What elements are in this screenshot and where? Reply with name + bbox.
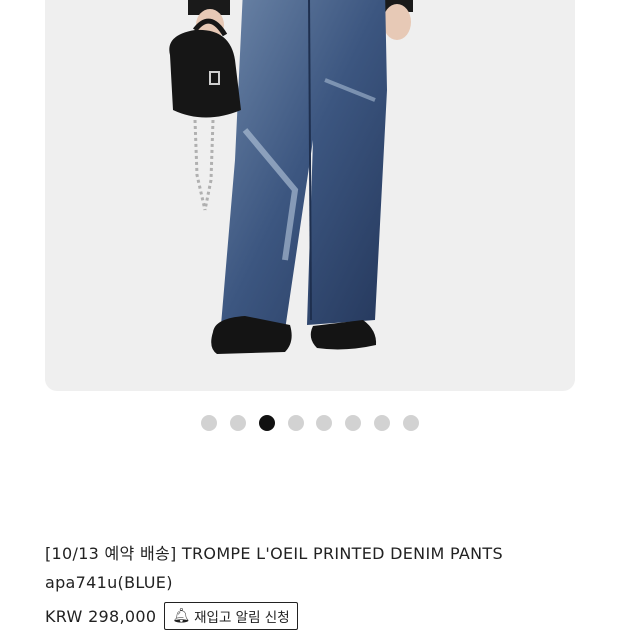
gallery-dot[interactable] [258,415,275,431]
gallery-dot[interactable] [373,415,390,431]
gallery-dot[interactable] [316,415,333,431]
product-title: [10/13 예약 배송] TROMPE L'OEIL PRINTED DENI… [45,540,585,597]
gallery-dot[interactable] [201,415,218,431]
gallery-dot[interactable] [230,415,246,431]
product-image[interactable] [45,0,575,391]
product-price: KRW 298,000 [45,606,157,626]
gallery-pagination [0,415,620,431]
gallery-dot[interactable] [345,415,362,431]
restock-notify-label: 재입고 알림 신청 [194,610,290,626]
gallery-dot[interactable] [402,415,419,431]
gallery-dot[interactable] [287,415,304,431]
product-photo [169,0,413,354]
product-title-line2: apa741u(BLUE) [45,572,173,592]
price-row: KRW 298,000 🔔︎ 재입고 알림 신청 [45,602,298,630]
product-title-line1: [10/13 예약 배송] TROMPE L'OEIL PRINTED DENI… [45,544,503,563]
restock-notify-button[interactable]: 🔔︎ 재입고 알림 신청 [164,602,298,630]
bell-icon: 🔔︎ [172,608,191,624]
